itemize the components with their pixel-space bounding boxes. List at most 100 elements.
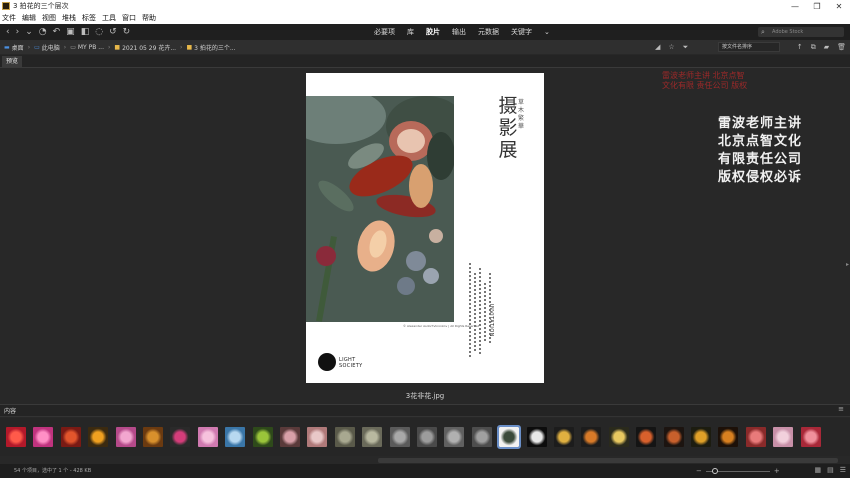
rating-filter-icon[interactable]: ☆ [668, 43, 674, 51]
workspace-output[interactable]: 输出 [452, 27, 466, 37]
drive-icon: ▭ [70, 43, 76, 51]
sort-direction-icon[interactable]: ↑ [797, 43, 803, 51]
filter-icon[interactable]: ⏷ [683, 43, 689, 52]
workspace-filmstrip[interactable]: 胶片 [426, 27, 440, 37]
preview-image[interactable]: © Alexander Asdorf-Voronkov | All Rights… [306, 73, 544, 383]
breadcrumb-folder-current[interactable]: ■ 3 拍花的三个... [186, 43, 235, 52]
thumbnail[interactable] [497, 425, 522, 449]
open-recent-icon[interactable]: ⧉ [811, 43, 816, 52]
breadcrumb-drive[interactable]: ▭ MY PB ... › [70, 44, 110, 51]
menu-window[interactable]: 窗口 [122, 13, 136, 23]
thumbnail[interactable] [307, 427, 328, 447]
menu-help[interactable]: 帮助 [142, 13, 156, 23]
back-icon[interactable]: ‹ [6, 27, 10, 37]
thumbnail[interactable] [526, 427, 547, 447]
thumbnail[interactable] [471, 427, 492, 447]
minimize-button[interactable]: — [784, 2, 806, 11]
photo-caption: © Alexander Asdorf-Voronkov | All Rights… [403, 324, 480, 328]
thumbnail[interactable] [60, 427, 81, 447]
thumbnail[interactable] [225, 427, 246, 447]
watermark-line: 版权侵权必诉 [718, 170, 803, 185]
maximize-button[interactable]: ❐ [806, 2, 828, 11]
thumbnail[interactable] [362, 427, 383, 447]
refine-icon[interactable]: ◧ [81, 27, 90, 37]
rotate-right-icon[interactable]: ↻ [123, 27, 131, 37]
details-view-icon[interactable]: ▤ [827, 466, 834, 474]
poster-logo-text: LIGHT SOCIETY [339, 357, 362, 369]
menu-view[interactable]: 视图 [42, 13, 56, 23]
zoom-slider-handle[interactable] [711, 467, 718, 474]
watermark-line: 北京点智文化 [718, 134, 803, 149]
thumbnail[interactable] [745, 427, 766, 447]
workspace-keywords[interactable]: 关键字 [511, 27, 532, 37]
breadcrumb-desktop[interactable]: ▬ 桌面 › [4, 43, 30, 52]
workspace-more-icon[interactable]: ⌄ [544, 28, 550, 36]
thumbnail[interactable] [800, 427, 821, 447]
thumbnail[interactable] [143, 427, 163, 447]
thumbnail[interactable] [88, 427, 109, 447]
preview-panel: © Alexander Asdorf-Voronkov | All Rights… [0, 68, 850, 404]
breadcrumb-folder-date[interactable]: ■ 2021 05 29 花卉... › [114, 43, 182, 52]
thumbnail[interactable] [6, 427, 26, 447]
thumbnail[interactable] [197, 427, 218, 447]
search-input[interactable]: Adobe Stock [758, 27, 844, 37]
red-watermark-line: 雷波老师主讲 北京点智 [662, 71, 745, 80]
sort-dropdown[interactable]: 按文件名排序 [718, 42, 780, 52]
get-photos-icon[interactable]: ▣ [66, 27, 75, 37]
menu-file[interactable]: 文件 [2, 13, 16, 23]
grid-view-icon[interactable]: ▦ [814, 466, 821, 474]
thumbnail[interactable] [170, 427, 191, 447]
zoom-in-icon[interactable]: + [774, 467, 780, 475]
breadcrumb-this-pc[interactable]: ▭ 此电脑 › [34, 43, 66, 52]
thumbnail[interactable] [773, 427, 794, 447]
thumbnail[interactable] [115, 427, 136, 447]
light-society-logo-icon [318, 353, 336, 371]
app-logo-icon [2, 2, 10, 10]
chevron-down-icon[interactable]: ⌄ [25, 27, 33, 37]
thumbnail[interactable] [663, 427, 684, 447]
open-in-camera-raw-icon[interactable]: ◌ [95, 27, 103, 37]
close-button[interactable]: ✕ [828, 2, 850, 11]
poster-text-column [469, 263, 471, 358]
thumbnail[interactable] [444, 427, 465, 447]
tab-preview[interactable]: 预览 [2, 56, 23, 68]
panel-menu-icon[interactable]: ≡ [838, 405, 844, 413]
thumbnail[interactable] [389, 427, 410, 447]
recent-files-icon[interactable]: ◔ [39, 27, 47, 37]
delete-icon[interactable]: 🗑 [837, 43, 846, 51]
panel-collapse-icon[interactable]: ▸ [846, 261, 849, 268]
folder-icon: ■ [186, 43, 193, 51]
thumbnail[interactable] [691, 427, 711, 447]
return-icon[interactable]: ↶ [53, 27, 61, 37]
thumbnail[interactable] [334, 427, 355, 447]
thumbnail[interactable] [252, 427, 273, 447]
menu-edit[interactable]: 编辑 [22, 13, 36, 23]
thumbnail[interactable] [581, 427, 602, 447]
thumbnail[interactable] [33, 427, 54, 447]
zoom-out-icon[interactable]: − [696, 467, 702, 475]
tab-content[interactable]: 内容 [4, 406, 16, 417]
computer-icon: ▭ [34, 43, 40, 51]
poster-title: 摄影展 [498, 95, 518, 161]
thumbnail[interactable] [417, 427, 437, 447]
zoom-slider[interactable] [705, 467, 770, 474]
forward-icon[interactable]: › [16, 27, 20, 37]
path-tools-right: ↑ ⧉ ▰ 🗑 [789, 40, 846, 54]
workspace-libraries[interactable]: 库 [407, 27, 414, 37]
menu-stack[interactable]: 堆栈 [62, 13, 76, 23]
new-folder-icon[interactable]: ▰ [824, 43, 829, 51]
quality-icon[interactable]: ◢ [655, 43, 660, 51]
workspace-essentials[interactable]: 必要项 [374, 27, 395, 37]
list-view-icon[interactable]: ☰ [840, 466, 846, 474]
thumbnail[interactable] [554, 427, 574, 447]
menu-label[interactable]: 标签 [82, 13, 96, 23]
thumbnail[interactable] [280, 427, 300, 447]
poster-text-column [484, 283, 486, 343]
rotate-left-icon[interactable]: ↺ [109, 27, 117, 37]
thumbnail[interactable] [718, 427, 739, 447]
workspace-metadata[interactable]: 元数据 [478, 27, 499, 37]
thumbnail[interactable] [636, 427, 657, 447]
menu-tools[interactable]: 工具 [102, 13, 116, 23]
thumbnail[interactable] [608, 427, 629, 447]
filmstrip-scrollbar[interactable] [378, 458, 838, 463]
